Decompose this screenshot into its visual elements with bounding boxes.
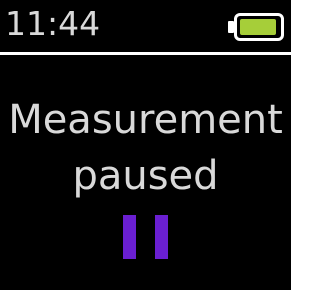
- pause-icon: [123, 215, 168, 259]
- clock-time: 11:44: [5, 4, 101, 43]
- battery-icon: [228, 13, 288, 41]
- status-bar: 11:44: [0, 0, 291, 52]
- battery-level-fill: [240, 19, 277, 35]
- status-message-line-1: Measurement: [8, 97, 283, 143]
- status-message: Measurement paused: [0, 92, 291, 204]
- status-divider: [0, 52, 291, 55]
- battery-body: [234, 13, 284, 41]
- device-screen: 11:44 Measurement paused: [0, 0, 291, 290]
- pause-bar-left: [123, 215, 136, 259]
- status-message-line-2: paused: [72, 153, 219, 199]
- pause-bar-right: [155, 215, 168, 259]
